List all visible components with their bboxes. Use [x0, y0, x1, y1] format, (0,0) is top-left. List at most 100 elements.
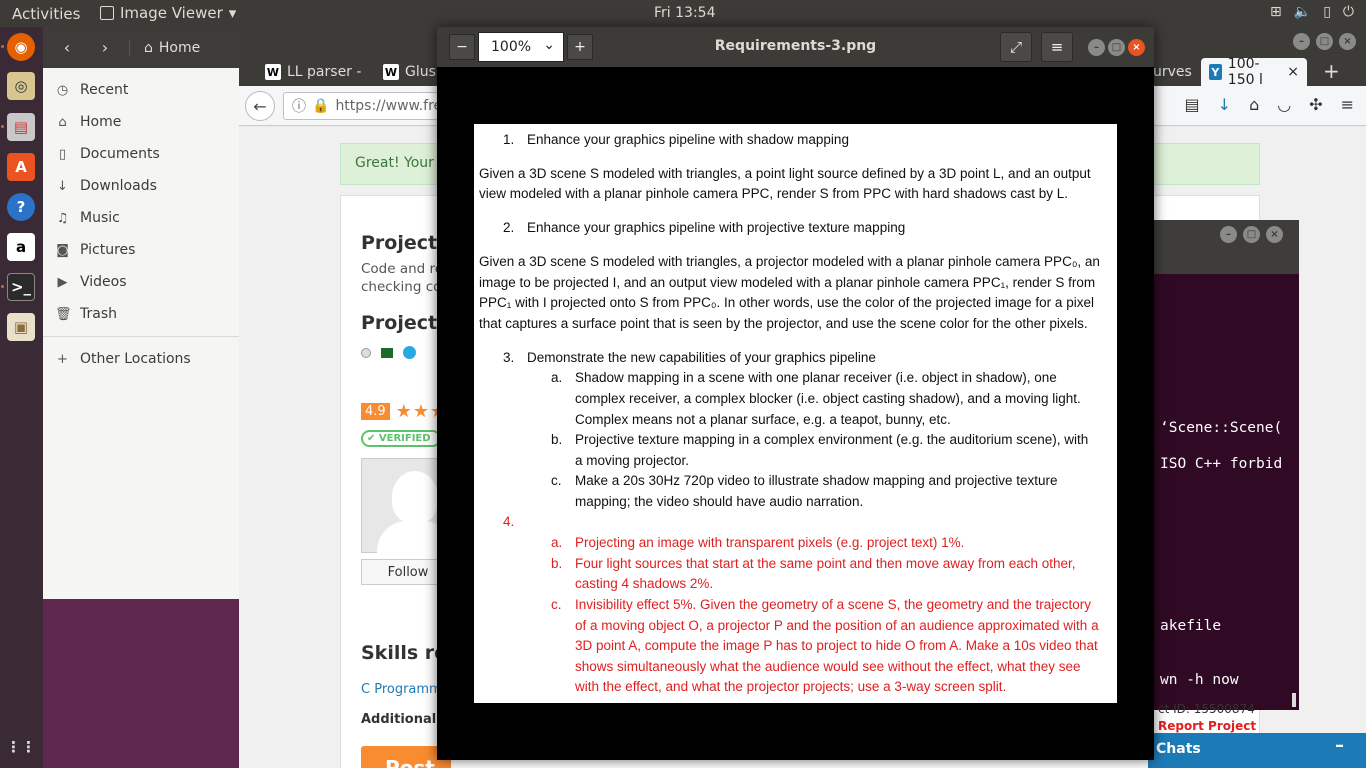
sublist-line: complex receiver, a complex blocker (i.e… [575, 391, 1081, 406]
minimize-icon[interactable]: – [1335, 735, 1344, 756]
app-menu-label: Image Viewer [120, 4, 223, 22]
video-icon: ▶ [57, 274, 68, 290]
tab-ll-parser[interactable]: W LL parser - [257, 58, 369, 86]
maximize-icon[interactable]: □ [1108, 39, 1125, 56]
chats-bar[interactable]: Chats – [1148, 733, 1366, 768]
sidebar-item-pictures[interactable]: ◙ Pictures [43, 234, 239, 266]
chevron-down-icon: ▾ [228, 4, 237, 22]
image-viewer-icon [100, 6, 114, 20]
avatar-head-icon [392, 471, 438, 523]
amazon-icon[interactable]: a [7, 233, 35, 261]
system-tray[interactable]: ⊞ 🔈 ▯ ⏻ [1270, 4, 1354, 20]
skill-link[interactable]: C Programmi [361, 682, 445, 697]
sidebar-item-label: Pictures [80, 242, 136, 258]
close-icon[interactable]: × [1287, 64, 1299, 80]
terminal-line: ‘Scene::Scene( [1160, 420, 1283, 436]
image-viewer-launcher-icon[interactable]: ▣ [7, 313, 35, 341]
back-icon[interactable]: ‹ [53, 34, 81, 62]
list-item: Enhance your graphics pipeline with shad… [527, 132, 849, 147]
sidebar-item-other-locations[interactable]: + Other Locations [43, 343, 239, 375]
library-icon[interactable]: ▤ [1185, 95, 1200, 114]
employer-flags [361, 346, 416, 359]
sublist-line: 3D point A, compute the image P has to p… [575, 638, 1098, 653]
sidebar-item-trash[interactable]: 🗑 Trash [43, 298, 239, 330]
maximize-icon[interactable]: □ [1316, 33, 1333, 50]
sidebar-item-label: Downloads [80, 178, 157, 194]
power-icon[interactable]: ⏻ [1343, 4, 1354, 20]
sublist-letter: b. [551, 432, 563, 447]
clock[interactable]: Fri 13:54 [654, 5, 715, 21]
app-menu[interactable]: Image Viewer ▾ [100, 4, 236, 22]
scrollbar[interactable] [1292, 693, 1296, 707]
terminal-window: – □ × ‘Scene::Scene( ISO C++ forbid akef… [1154, 220, 1299, 710]
music-icon: ♫ [56, 210, 69, 226]
rating-value: 4.9 [361, 403, 390, 420]
launcher: ◉ ◎ ▤ A ? a >_ ▣ ⋮⋮ [0, 27, 43, 768]
files-toolbar: ‹ › ⌂ Home [43, 27, 239, 68]
sidebar-item-documents[interactable]: ▯ Documents [43, 138, 239, 170]
sublist-letter: b. [551, 556, 563, 571]
show-apps-icon[interactable]: ⋮⋮ [6, 733, 36, 761]
sidebar-item-music[interactable]: ♫ Music [43, 202, 239, 234]
divider [43, 336, 239, 337]
close-icon[interactable]: × [1128, 39, 1145, 56]
report-project-link[interactable]: Report Project [1158, 719, 1256, 733]
sidebar-item-downloads[interactable]: ↓ Downloads [43, 170, 239, 202]
firefox-icon[interactable]: ◉ [7, 33, 35, 61]
fullscreen-icon[interactable]: ⤢ [1000, 32, 1032, 62]
sublist-line: with the effect, and what the projector … [575, 679, 1007, 694]
files-icon[interactable]: ▤ [7, 113, 35, 141]
freelancer-icon: Y [1209, 64, 1222, 80]
pakistan-flag-icon [381, 347, 393, 358]
breadcrumb[interactable]: ⌂ Home [129, 39, 201, 56]
paragraph-line: that captures a surface point that is se… [479, 316, 1088, 331]
breadcrumb-home: Home [158, 39, 201, 56]
check-icon: ✔ [367, 433, 379, 444]
extension-icon[interactable]: ✣ [1309, 95, 1322, 114]
new-tab-icon[interactable]: + [1323, 59, 1340, 83]
paragraph-line: image to be projected I, and an output v… [479, 275, 1096, 290]
running-indicator [1, 285, 4, 288]
tab-active[interactable]: Y 100-150 l × [1201, 56, 1307, 88]
menu-icon[interactable]: ≡ [1041, 32, 1073, 62]
close-icon[interactable]: × [1266, 226, 1283, 243]
software-center-icon[interactable]: A [7, 153, 35, 181]
sidebar-item-recent[interactable]: ◷ Recent [43, 74, 239, 106]
sublist-line: Projecting an image with transparent pix… [575, 535, 965, 550]
terminal-line: wn -h now [1160, 672, 1239, 688]
rhythmbox-icon[interactable]: ◎ [7, 72, 35, 100]
skills-title: Skills re [361, 642, 448, 664]
help-icon[interactable]: ? [7, 193, 35, 221]
back-icon[interactable]: ← [245, 91, 275, 121]
url-text: https://www.free [335, 98, 451, 114]
top-bar: Activities Image Viewer ▾ Fri 13:54 ⊞ 🔈 … [0, 0, 1366, 27]
pocket-icon[interactable]: ◡ [1277, 95, 1291, 114]
network-icon[interactable]: ⊞ [1270, 4, 1282, 20]
volume-icon[interactable]: 🔈 [1294, 4, 1311, 20]
trash-icon: 🗑 [55, 306, 72, 322]
home-icon[interactable]: ⌂ [1249, 95, 1259, 114]
sidebar-item-home[interactable]: ⌂ Home [43, 106, 239, 138]
activities-button[interactable]: Activities [12, 5, 80, 23]
sublist-line: Invisibility effect 5%. Given the geomet… [575, 597, 1092, 612]
sidebar-item-videos[interactable]: ▶ Videos [43, 266, 239, 298]
sublist-line: Projective texture mapping in a complex … [575, 432, 1089, 447]
terminal-titlebar: – □ × [1154, 220, 1299, 274]
list-number: 2. [503, 220, 515, 235]
close-icon[interactable]: × [1339, 33, 1356, 50]
menu-icon[interactable]: ≡ [1341, 95, 1354, 114]
download-icon[interactable]: ↓ [1218, 95, 1231, 114]
sidebar-item-label: Documents [80, 146, 160, 162]
terminal-icon[interactable]: >_ [7, 273, 35, 301]
battery-icon[interactable]: ▯ [1323, 4, 1331, 20]
forward-icon[interactable]: › [91, 34, 119, 62]
maximize-icon[interactable]: □ [1243, 226, 1260, 243]
minimize-icon[interactable]: – [1088, 39, 1105, 56]
info-icon[interactable]: ⓘ [292, 96, 306, 116]
minimize-icon[interactable]: – [1220, 226, 1237, 243]
sublist-line: casting 4 shadows 2%. [575, 576, 714, 591]
verified-label: VERIFIED [378, 433, 431, 444]
clock-icon: ◷ [56, 82, 69, 98]
minimize-icon[interactable]: – [1293, 33, 1310, 50]
window-controls: – □ × [1293, 33, 1356, 50]
